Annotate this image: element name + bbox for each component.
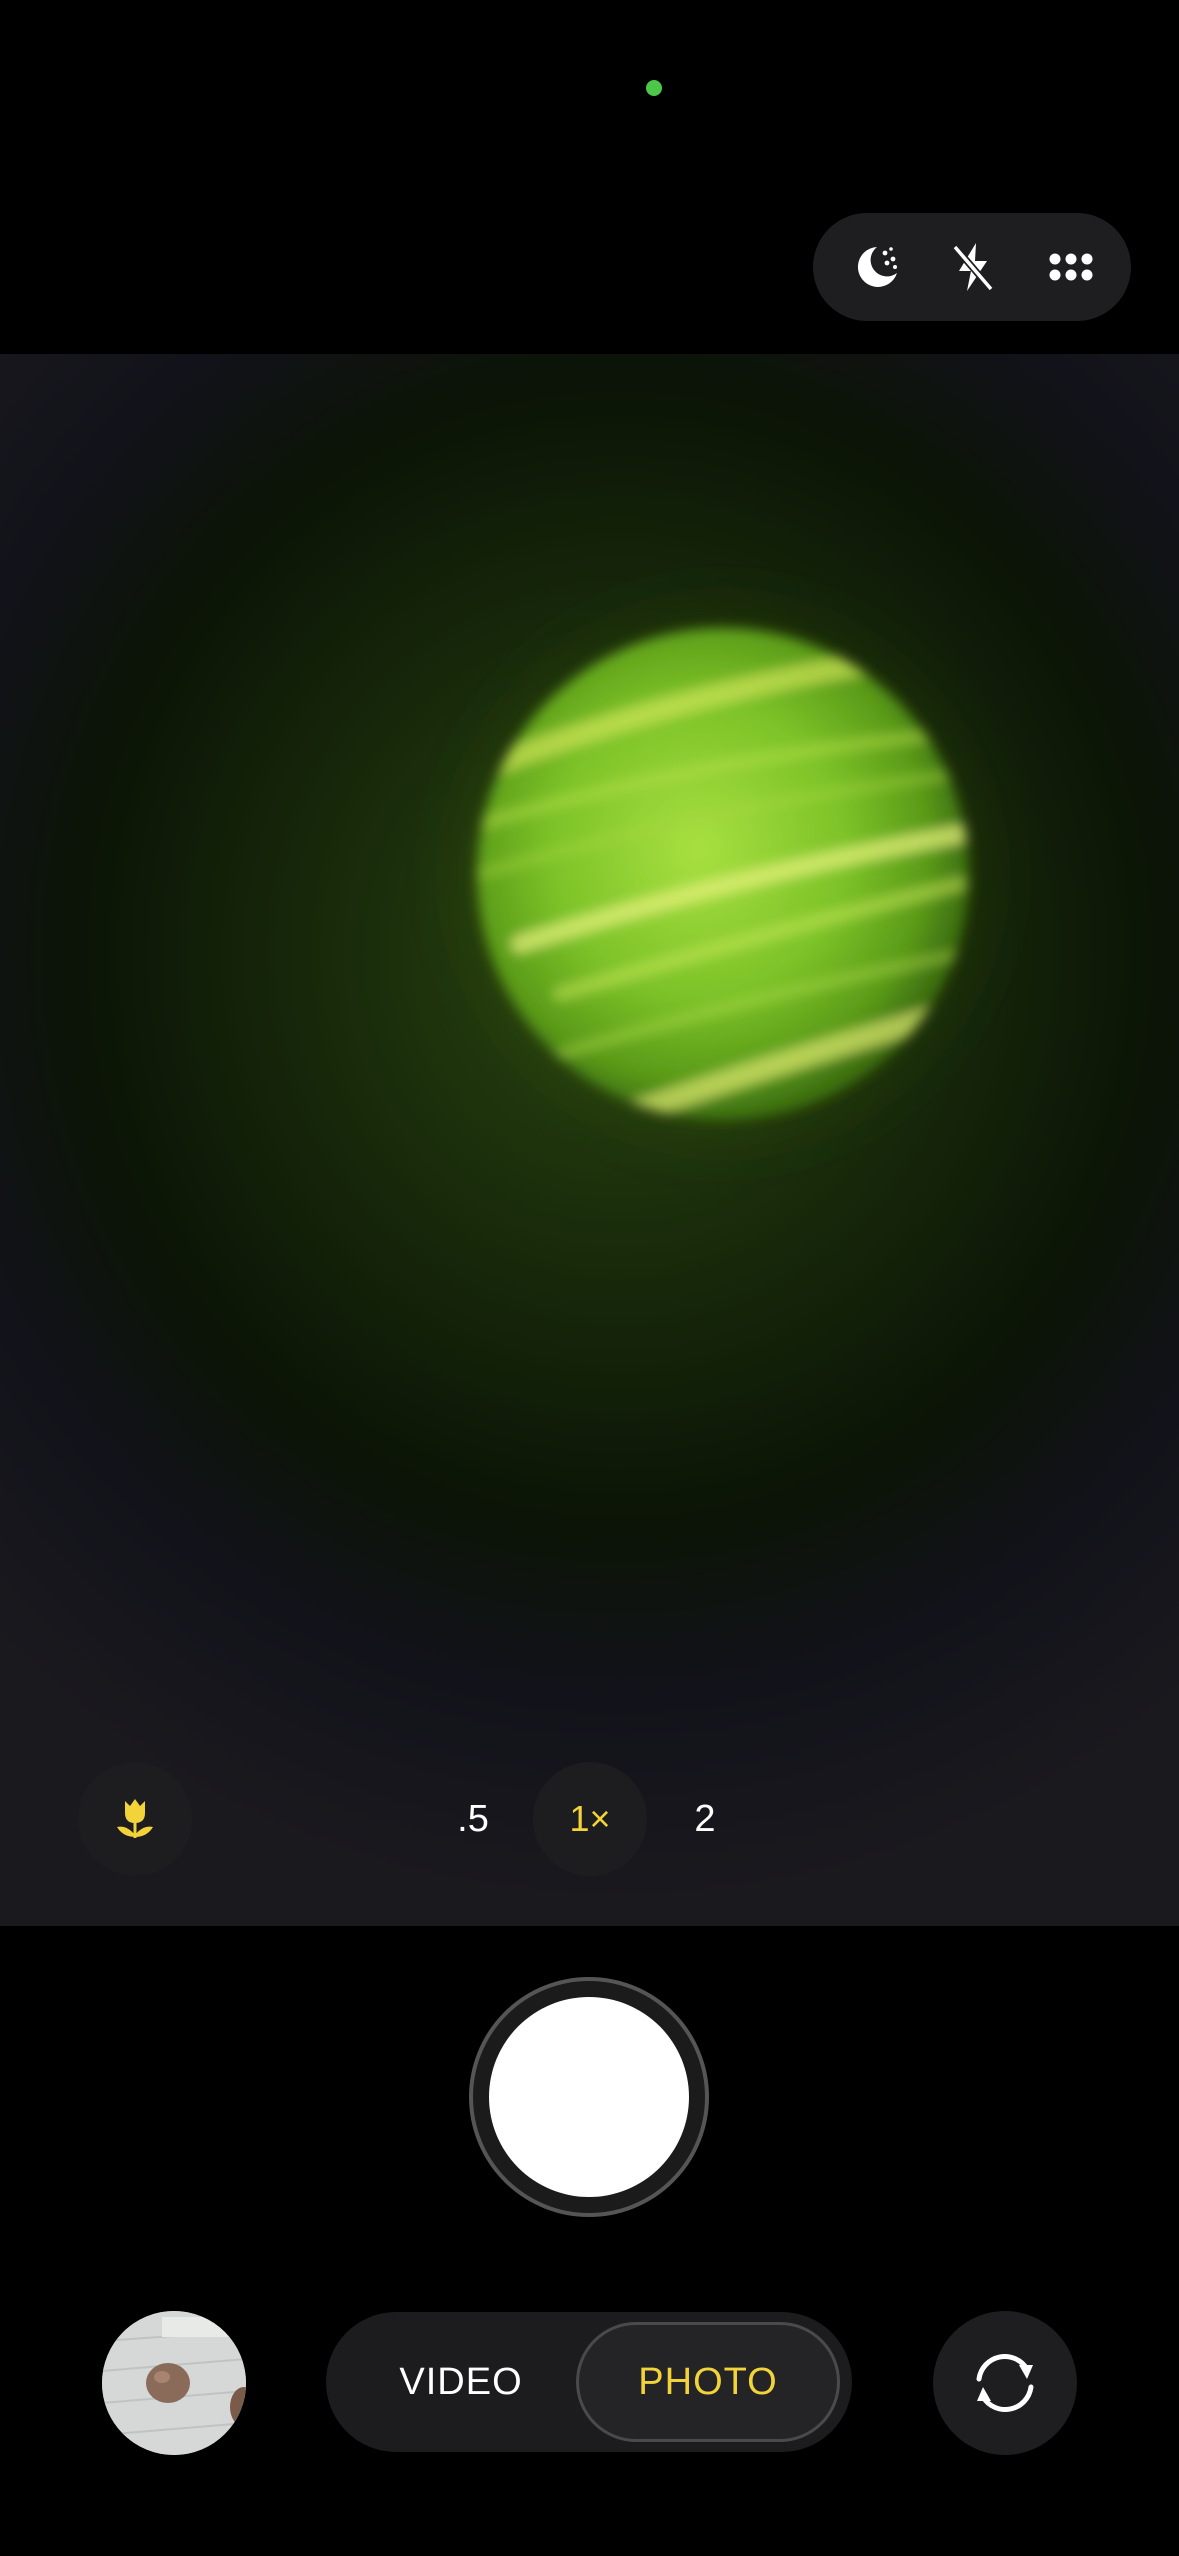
zoom-option-0-5x[interactable]: .5 [416,1762,530,1876]
viewfinder-image [423,574,1023,1174]
zoom-option-1x[interactable]: 1× [533,1762,647,1876]
shutter-inner [489,1997,689,2197]
macro-mode-button[interactable] [78,1762,192,1876]
grid-dots-icon [1049,253,1093,281]
night-mode-button[interactable] [835,227,915,307]
mode-photo[interactable]: PHOTO [576,2322,840,2442]
camera-viewfinder[interactable] [0,354,1179,1926]
zoom-option-2x[interactable]: 2 [648,1762,762,1876]
tulip-icon [117,1799,153,1838]
more-controls-button[interactable] [1031,227,1111,307]
shutter-button[interactable] [469,1977,709,2217]
moon-stars-icon [857,247,897,287]
flash-button[interactable] [933,227,1013,307]
switch-camera-button[interactable] [933,2311,1077,2455]
capture-mode-switch: VIDEO PHOTO [326,2312,852,2452]
thumbnail-image [102,2311,246,2455]
camera-switch-icon [976,2354,1034,2412]
flash-off-icon [952,243,994,292]
top-controls-bar [813,213,1131,321]
mode-video[interactable]: VIDEO [346,2322,576,2442]
camera-in-use-indicator [646,80,662,96]
last-photo-thumbnail[interactable] [102,2311,246,2455]
